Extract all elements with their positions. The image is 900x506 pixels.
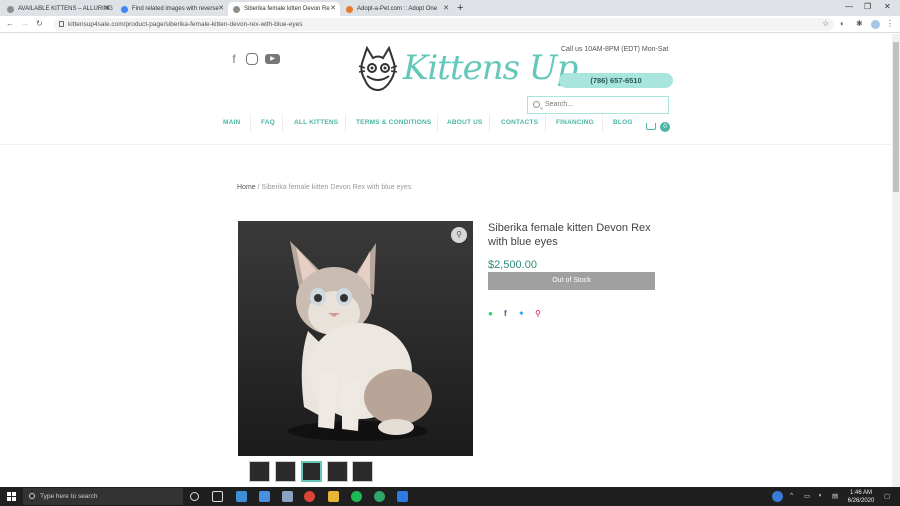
instagram-icon[interactable] (246, 53, 258, 65)
mail-icon[interactable] (236, 491, 247, 502)
close-tab-icon[interactable]: ✕ (218, 2, 224, 16)
new-tab-button[interactable]: + (457, 2, 463, 14)
file-explorer-icon[interactable] (328, 491, 339, 502)
battery-icon[interactable]: ▭ (804, 492, 810, 500)
windows-start-icon[interactable] (7, 492, 16, 501)
cart-count-badge: 0 (660, 122, 670, 132)
logo-text: Kittens Up (403, 48, 578, 88)
reload-icon[interactable]: ↻ (36, 19, 43, 28)
zoom-icon[interactable]: ⚲ (451, 227, 467, 243)
cortana-icon[interactable] (190, 492, 199, 501)
twitter-icon[interactable]: ✦ (518, 309, 525, 318)
address-bar: ← → ↻ kittensup4sale.com/product-page/si… (0, 16, 900, 33)
lock-icon (59, 21, 64, 27)
breadcrumb-current: Siberika female kitten Devon Rex with bl… (261, 184, 412, 191)
nav-divider (545, 114, 546, 132)
facebook-share-icon[interactable]: f (504, 309, 507, 318)
chevron-up-icon[interactable]: ^ (790, 492, 793, 499)
system-clock[interactable]: 1:46 AM 6/26/2020 (846, 489, 876, 505)
photos-icon[interactable] (397, 491, 408, 502)
url-field[interactable]: kittensup4sale.com/product-page/siberika… (54, 18, 834, 31)
youtube-icon[interactable]: ▶ (265, 54, 280, 64)
breadcrumb: Home / Siberika female kitten Devon Rex … (237, 184, 412, 191)
site-logo[interactable]: Kittens Up (357, 44, 578, 96)
nav-item-faq[interactable]: FAQ (261, 119, 275, 126)
close-tab-icon[interactable]: ✕ (443, 2, 449, 16)
product-thumbnail-selected[interactable] (301, 461, 322, 482)
profile-avatar[interactable] (871, 20, 880, 29)
google-favicon-icon (121, 6, 128, 13)
nav-item-contacts[interactable]: CONTACTS (501, 119, 538, 126)
close-tab-icon[interactable]: ✕ (104, 2, 110, 16)
nav-item-all-kittens[interactable]: ALL KITTENS (294, 119, 338, 126)
page-scrollbar[interactable] (892, 34, 900, 488)
extension-icon[interactable]: ◐ (840, 19, 845, 28)
search-icon (29, 493, 35, 499)
product-thumbnail[interactable] (275, 461, 296, 482)
tab-favicon-icon (233, 6, 240, 13)
feather-app-icon[interactable] (282, 491, 293, 502)
nav-divider (437, 114, 438, 132)
volume-icon[interactable]: ◖ (818, 492, 822, 499)
product-thumbnail[interactable] (327, 461, 348, 482)
nav-item-about-us[interactable]: ABOUT US (447, 119, 483, 126)
tab-favicon-icon (7, 6, 14, 13)
whatsapp-icon[interactable]: ● (488, 309, 493, 318)
minimize-icon[interactable]: — (845, 2, 853, 11)
nav-divider (282, 114, 283, 132)
menu-kebab-icon[interactable]: ⋮ (886, 19, 894, 28)
forward-icon[interactable]: → (21, 19, 29, 28)
pinterest-icon[interactable]: ⚲ (535, 309, 541, 318)
help-icon[interactable] (772, 491, 783, 502)
browser-tab[interactable]: Find related images with reverse ✕ (116, 2, 228, 16)
breadcrumb-home-link[interactable]: Home (237, 184, 256, 191)
edge-icon[interactable] (374, 491, 385, 502)
product-price: $2,500.00 (488, 259, 537, 271)
nav-item-financing[interactable]: FINANCING (556, 119, 594, 126)
nav-divider (602, 114, 603, 132)
close-window-icon[interactable]: ✕ (884, 2, 891, 11)
search-icon (533, 101, 540, 108)
cart-button[interactable]: 0 (646, 122, 670, 134)
cart-icon (646, 123, 656, 130)
product-thumbnail[interactable] (352, 461, 373, 482)
browser-tab[interactable]: AVAILABLE KITTENS – ALLURING ✕ (2, 2, 114, 16)
product-main-image[interactable] (238, 221, 473, 456)
business-hours: Call us 10AM-8PM (EDT) Mon-Sat (561, 46, 669, 53)
nav-divider (250, 114, 251, 132)
restore-icon[interactable]: ❐ (864, 2, 871, 11)
spotify-icon[interactable] (351, 491, 362, 502)
scrollbar-thumb[interactable] (893, 42, 899, 192)
facebook-icon[interactable]: f (227, 52, 241, 66)
browser-tab-active[interactable]: Siberika female kitten Devon Re ✕ (228, 2, 340, 16)
network-icon[interactable]: ▤ (832, 492, 838, 500)
chrome-icon[interactable] (304, 491, 315, 502)
nav-divider (345, 114, 346, 132)
browser-tab[interactable]: Adopt-a-Pet.com :: Adopt One ✕ (341, 2, 453, 16)
kitten-photo-illustration (288, 241, 432, 441)
phone-button[interactable]: (786) 657-6510 (559, 73, 673, 88)
windows-taskbar: Type here to search ^ ▭ ◖ ▤ 1:46 AM 6/26… (0, 487, 900, 506)
bookmark-star-icon[interactable]: ☆ (822, 19, 829, 28)
product-title: Siberika female kitten Devon Rex with bl… (488, 222, 651, 248)
taskbar-search-input[interactable]: Type here to search (23, 488, 183, 505)
nav-item-blog[interactable]: BLOG (613, 119, 633, 126)
task-view-icon[interactable] (212, 491, 223, 502)
search-input[interactable]: Search... (527, 96, 669, 114)
puzzle-icon[interactable]: ✱ (856, 19, 863, 28)
out-of-stock-button[interactable]: Out of Stock (488, 272, 655, 290)
header-divider (0, 144, 892, 145)
product-thumbnail[interactable] (249, 461, 270, 482)
cat-logo-icon (358, 46, 398, 92)
tab-favicon-icon (346, 6, 353, 13)
nav-item-terms[interactable]: TERMS & CONDITIONS (356, 119, 431, 126)
dropbox-icon[interactable] (259, 491, 270, 502)
close-tab-icon[interactable]: ✕ (330, 2, 336, 16)
nav-item-main[interactable]: MAIN (223, 119, 240, 126)
nav-divider (489, 114, 490, 132)
browser-tab-bar: AVAILABLE KITTENS – ALLURING ✕ Find relat… (0, 0, 900, 16)
notifications-icon[interactable]: ▢ (884, 492, 890, 500)
back-icon[interactable]: ← (6, 19, 14, 28)
